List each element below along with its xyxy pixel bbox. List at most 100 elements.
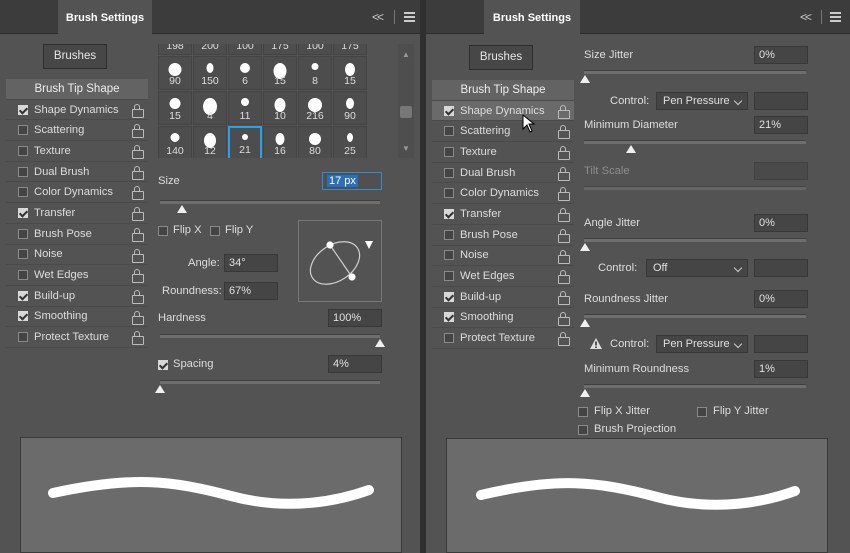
brush-preset-cell[interactable]: 140 bbox=[158, 126, 192, 158]
brushes-button[interactable]: Brushes bbox=[43, 44, 107, 69]
lock-icon[interactable] bbox=[132, 124, 144, 139]
brush-tip-shape-header[interactable]: Brush Tip Shape bbox=[6, 79, 148, 100]
sidebar-item-wet-edges[interactable]: Wet Edges bbox=[432, 266, 574, 287]
lock-icon[interactable] bbox=[558, 125, 570, 140]
brush-preset-cell[interactable]: 198 bbox=[158, 44, 192, 55]
checkbox[interactable] bbox=[18, 228, 28, 239]
checkbox[interactable] bbox=[18, 104, 28, 115]
spacing-slider-thumb[interactable] bbox=[155, 385, 165, 393]
brush-tip-shape-header[interactable]: Brush Tip Shape bbox=[432, 80, 574, 101]
hardness-slider-track[interactable] bbox=[160, 334, 380, 338]
brush-preset-cell[interactable]: 90 bbox=[158, 56, 192, 90]
brush-preset-cell[interactable]: 175 bbox=[333, 44, 367, 55]
brush-grid-scrollbar[interactable]: ▲ ▼ bbox=[398, 44, 414, 158]
checkbox[interactable] bbox=[444, 188, 454, 199]
tab-brush-settings[interactable]: Brush Settings bbox=[484, 0, 580, 34]
angle-jitter-slider-thumb[interactable] bbox=[580, 243, 590, 251]
sidebar-item-scattering[interactable]: Scattering bbox=[6, 120, 148, 142]
sidebar-item-texture[interactable]: Texture bbox=[6, 141, 148, 162]
sidebar-item-brush-pose[interactable]: Brush Pose bbox=[432, 225, 574, 246]
brush-preset-cell[interactable]: 10 bbox=[263, 91, 297, 125]
min-diameter-slider-track[interactable] bbox=[584, 140, 806, 144]
min-roundness-slider-track[interactable] bbox=[584, 384, 806, 388]
lock-icon[interactable] bbox=[558, 104, 570, 119]
brush-preset-cell[interactable]: 16 bbox=[263, 126, 297, 158]
sidebar-item-noise[interactable]: Noise bbox=[6, 245, 148, 266]
roundness-input[interactable]: 67% bbox=[224, 282, 278, 300]
lock-icon[interactable] bbox=[558, 146, 570, 161]
panel-menu-icon[interactable] bbox=[830, 12, 841, 22]
tab-brush-settings[interactable]: Brush Settings bbox=[58, 0, 152, 34]
angle-jitter-control-select[interactable]: Off bbox=[646, 259, 748, 277]
brush-preset-cell[interactable]: 11 bbox=[228, 91, 262, 125]
sidebar-item-wet-edges[interactable]: Wet Edges bbox=[6, 265, 148, 286]
brush-preset-cell[interactable]: 150 bbox=[193, 56, 227, 90]
brush-preset-cell[interactable]: 25 bbox=[333, 126, 367, 158]
checkbox[interactable] bbox=[444, 146, 454, 157]
scroll-down-icon[interactable]: ▼ bbox=[402, 144, 410, 153]
size-slider-thumb[interactable] bbox=[177, 205, 187, 213]
spacing-checkbox[interactable] bbox=[158, 360, 168, 370]
brush-preset-cell[interactable]: 15 bbox=[158, 91, 192, 125]
lock-icon[interactable] bbox=[558, 270, 570, 285]
checkbox[interactable] bbox=[18, 311, 28, 322]
checkbox[interactable] bbox=[444, 312, 454, 323]
brush-preset-cell[interactable]: 175 bbox=[263, 44, 297, 55]
lock-icon[interactable] bbox=[558, 332, 570, 347]
lock-icon[interactable] bbox=[132, 227, 144, 242]
spacing-slider-track[interactable] bbox=[160, 380, 380, 384]
angle-jitter-slider-track[interactable] bbox=[584, 238, 806, 242]
hardness-slider-thumb[interactable] bbox=[375, 339, 385, 347]
sidebar-item-brush-pose[interactable]: Brush Pose bbox=[6, 224, 148, 245]
lock-icon[interactable] bbox=[132, 165, 144, 180]
checkbox[interactable] bbox=[18, 166, 28, 177]
sidebar-item-scattering[interactable]: Scattering bbox=[432, 121, 574, 143]
brush-preset-cell[interactable]: 216 bbox=[298, 91, 332, 125]
collapse-icon[interactable]: << bbox=[372, 10, 384, 24]
lock-icon[interactable] bbox=[132, 145, 144, 160]
min-roundness-slider-thumb[interactable] bbox=[580, 389, 590, 397]
lock-icon[interactable] bbox=[132, 331, 144, 346]
sidebar-item-texture[interactable]: Texture bbox=[432, 142, 574, 163]
lock-icon[interactable] bbox=[132, 248, 144, 263]
lock-icon[interactable] bbox=[132, 269, 144, 284]
lock-icon[interactable] bbox=[558, 311, 570, 326]
roundness-jitter-control-field[interactable] bbox=[754, 335, 808, 353]
size-slider-track[interactable] bbox=[160, 200, 380, 204]
checkbox[interactable] bbox=[444, 167, 454, 178]
size-jitter-control-select[interactable]: Pen Pressure bbox=[656, 92, 748, 110]
brush-preset-cell[interactable]: 90 bbox=[333, 91, 367, 125]
brush-preset-cell[interactable]: 12 bbox=[193, 126, 227, 158]
size-jitter-slider-track[interactable] bbox=[584, 70, 806, 74]
checkbox[interactable] bbox=[18, 125, 28, 136]
brush-preset-cell[interactable]: 100 bbox=[228, 44, 262, 55]
flip-x-checkbox[interactable] bbox=[158, 226, 168, 236]
checkbox[interactable] bbox=[444, 291, 454, 302]
lock-icon[interactable] bbox=[558, 228, 570, 243]
brush-preset-cell[interactable]: 15 bbox=[333, 56, 367, 90]
lock-icon[interactable] bbox=[558, 249, 570, 264]
lock-icon[interactable] bbox=[558, 208, 570, 223]
brush-preset-cell[interactable]: 6 bbox=[228, 56, 262, 90]
spacing-input[interactable]: 4% bbox=[328, 355, 382, 373]
sidebar-item-transfer[interactable]: Transfer bbox=[432, 204, 574, 225]
lock-icon[interactable] bbox=[132, 207, 144, 222]
checkbox[interactable] bbox=[18, 145, 28, 156]
roundness-jitter-slider-track[interactable] bbox=[584, 314, 806, 318]
brush-preset-cell[interactable]: 21 bbox=[228, 126, 262, 158]
min-diameter-slider-thumb[interactable] bbox=[626, 145, 636, 153]
brush-preset-cell[interactable]: 15 bbox=[263, 56, 297, 90]
brush-preset-cell[interactable]: 8 bbox=[298, 56, 332, 90]
checkbox[interactable] bbox=[18, 332, 28, 343]
sidebar-item-noise[interactable]: Noise bbox=[432, 246, 574, 267]
brushes-button[interactable]: Brushes bbox=[469, 45, 533, 70]
lock-icon[interactable] bbox=[132, 310, 144, 325]
scroll-thumb[interactable] bbox=[400, 106, 412, 118]
lock-icon[interactable] bbox=[132, 103, 144, 118]
hardness-input[interactable]: 100% bbox=[328, 309, 382, 327]
sidebar-item-shape-dynamics[interactable]: Shape Dynamics bbox=[432, 100, 574, 122]
brush-preset-cell[interactable]: 100 bbox=[298, 44, 332, 55]
sidebar-item-shape-dynamics[interactable]: Shape Dynamics bbox=[6, 100, 148, 121]
lock-icon[interactable] bbox=[558, 187, 570, 202]
min-roundness-input[interactable]: 1% bbox=[754, 360, 808, 378]
